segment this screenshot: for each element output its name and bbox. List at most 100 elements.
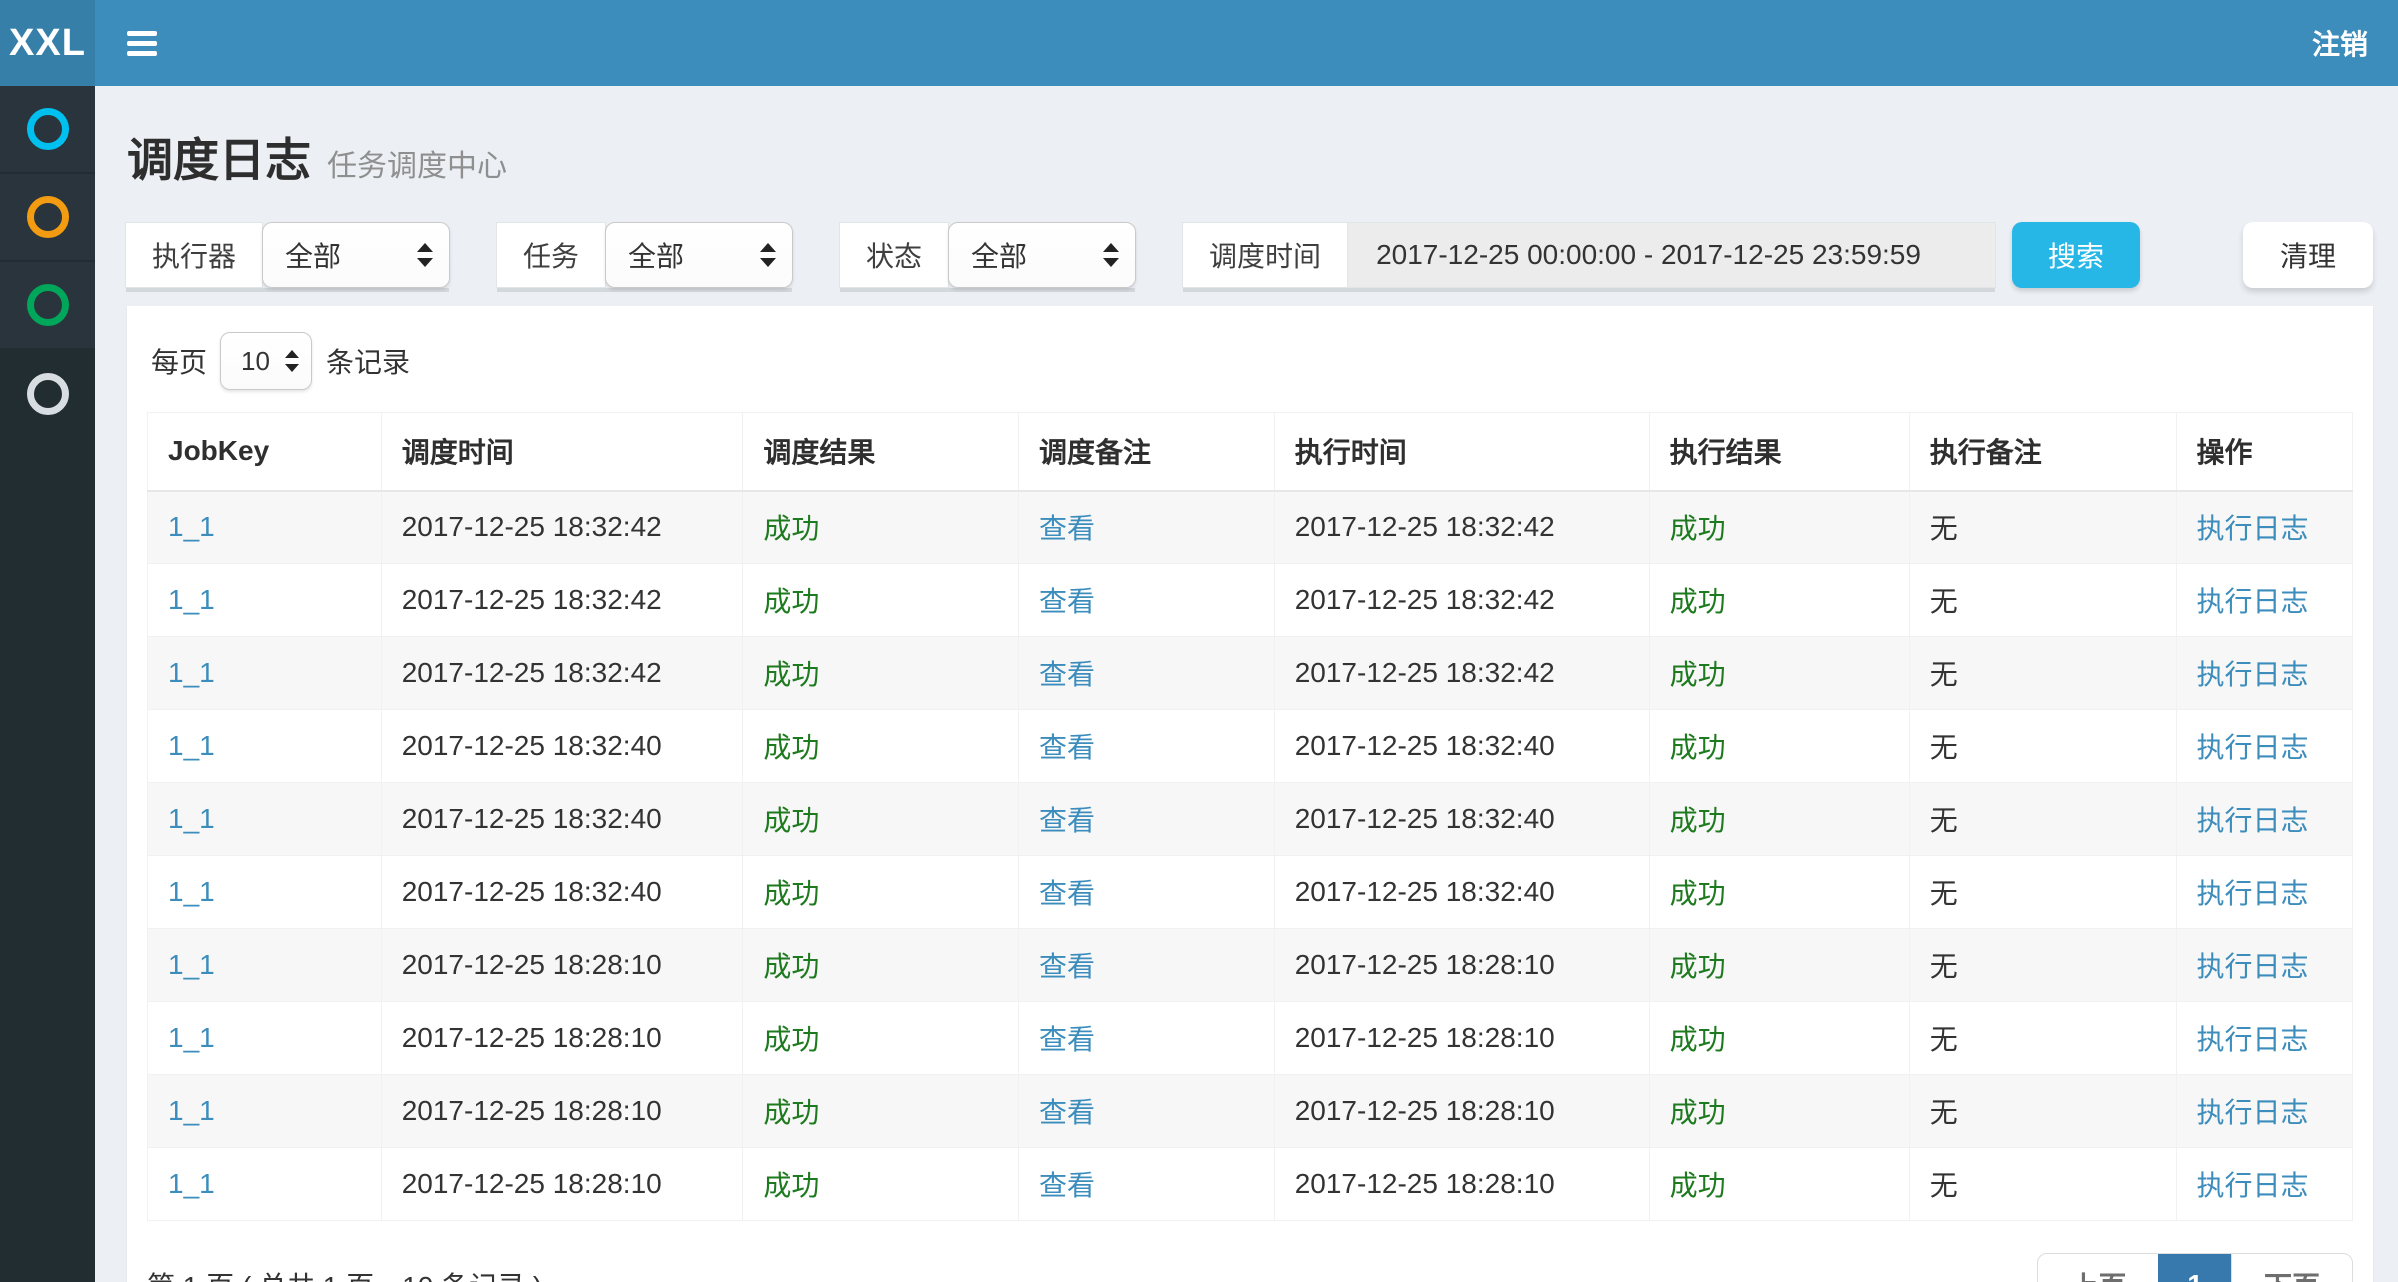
trigger-msg-link[interactable]: 查看	[1039, 659, 1095, 690]
execution-log-link[interactable]: 执行日志	[2197, 1097, 2309, 1128]
trigger-msg-link[interactable]: 查看	[1039, 805, 1095, 836]
trigger-msg-link[interactable]: 查看	[1039, 878, 1095, 909]
trigger-result-cell: 成功	[743, 1075, 1019, 1148]
trigger-result-cell: 成功	[743, 1148, 1019, 1221]
execution-log-link[interactable]: 执行日志	[2197, 586, 2309, 617]
table-header-row: JobKey调度时间调度结果调度备注执行时间执行结果执行备注操作	[148, 413, 2353, 491]
search-button[interactable]: 搜索	[2012, 222, 2140, 288]
handle-result-cell: 成功	[1649, 1075, 1909, 1148]
main-area: 调度日志 任务调度中心 执行器 全部 任务 全部	[0, 86, 2398, 1282]
execution-log-link-cell: 执行日志	[2176, 783, 2352, 856]
trigger-time-cell: 2017-12-25 18:32:42	[381, 637, 743, 710]
trigger-msg-link-cell: 查看	[1018, 1075, 1274, 1148]
page-subtitle: 任务调度中心	[327, 141, 507, 185]
sidebar-toggle-button[interactable]	[123, 25, 161, 62]
navbar-body: 注销	[95, 0, 2398, 86]
trigger-time-cell: 2017-12-25 18:32:40	[381, 856, 743, 929]
page-size-select[interactable]: 10	[220, 332, 312, 390]
execution-log-link[interactable]: 执行日志	[2197, 878, 2309, 909]
current-page-button[interactable]: 1	[2158, 1254, 2231, 1282]
execution-log-link[interactable]: 执行日志	[2197, 805, 2309, 836]
column-header: 执行时间	[1274, 413, 1649, 491]
page-size-row: 每页 10 条记录	[151, 332, 2353, 390]
sidebar-item-2[interactable]	[0, 174, 95, 262]
handle-time-cell: 2017-12-25 18:32:40	[1274, 856, 1649, 929]
execution-log-link[interactable]: 执行日志	[2197, 951, 2309, 982]
jobkey-link[interactable]: 1_1	[168, 1022, 215, 1053]
jobkey-link[interactable]: 1_1	[168, 876, 215, 907]
execution-log-link[interactable]: 执行日志	[2197, 1170, 2309, 1201]
column-header: 执行备注	[1909, 413, 2176, 491]
page-header: 调度日志 任务调度中心	[127, 124, 2373, 190]
trigger-msg-link[interactable]: 查看	[1039, 1024, 1095, 1055]
execution-log-link[interactable]: 执行日志	[2197, 513, 2309, 544]
logout-link[interactable]: 注销	[2312, 23, 2368, 63]
trigger-msg-link[interactable]: 查看	[1039, 513, 1095, 544]
handle-time-cell: 2017-12-25 18:32:40	[1274, 783, 1649, 856]
handle-time-cell: 2017-12-25 18:32:42	[1274, 491, 1649, 564]
trigger-result-cell: 成功	[743, 564, 1019, 637]
executor-filter-group: 执行器 全部	[125, 222, 450, 288]
jobkey-link-cell: 1_1	[148, 929, 382, 1002]
jobkey-link[interactable]: 1_1	[168, 657, 215, 688]
table-row: 1_12017-12-25 18:32:40成功查看2017-12-25 18:…	[148, 710, 2353, 783]
hamburger-icon	[127, 51, 157, 56]
app-logo[interactable]: XXL	[0, 0, 95, 86]
circle-icon	[27, 108, 69, 150]
trigger-result-cell: 成功	[743, 783, 1019, 856]
job-select[interactable]: 全部	[605, 222, 793, 288]
handle-time-cell: 2017-12-25 18:28:10	[1274, 929, 1649, 1002]
prev-page-button[interactable]: 上页	[2038, 1254, 2158, 1282]
executor-select[interactable]: 全部	[262, 222, 450, 288]
jobkey-link[interactable]: 1_1	[168, 1168, 215, 1199]
executor-select-value: 全部	[285, 235, 341, 275]
trigger-msg-link-cell: 查看	[1018, 637, 1274, 710]
sidebar-item-4[interactable]	[0, 350, 95, 438]
jobkey-link-cell: 1_1	[148, 564, 382, 637]
table-row: 1_12017-12-25 18:28:10成功查看2017-12-25 18:…	[148, 1002, 2353, 1075]
job-filter-label: 任务	[496, 222, 606, 288]
handle-msg-cell: 无	[1909, 564, 2176, 637]
jobkey-link[interactable]: 1_1	[168, 949, 215, 980]
column-header: 操作	[2176, 413, 2352, 491]
trigger-result-cell: 成功	[743, 1002, 1019, 1075]
sidebar-item-1[interactable]	[0, 86, 95, 174]
column-header: 执行结果	[1649, 413, 1909, 491]
jobkey-link[interactable]: 1_1	[168, 803, 215, 834]
trigger-msg-link[interactable]: 查看	[1039, 586, 1095, 617]
schedule-time-group: 调度时间	[1182, 222, 1996, 288]
clear-button[interactable]: 清理	[2243, 222, 2373, 288]
next-page-button[interactable]: 下页	[2231, 1254, 2352, 1282]
schedule-time-input[interactable]	[1348, 222, 1996, 288]
trigger-msg-link-cell: 查看	[1018, 856, 1274, 929]
sidebar-item-3[interactable]	[0, 262, 95, 350]
jobkey-link-cell: 1_1	[148, 637, 382, 710]
jobkey-link[interactable]: 1_1	[168, 511, 215, 542]
jobkey-link[interactable]: 1_1	[168, 730, 215, 761]
execution-log-link-cell: 执行日志	[2176, 637, 2352, 710]
execution-log-link[interactable]: 执行日志	[2197, 659, 2309, 690]
page-size-value: 10	[241, 346, 270, 377]
status-select[interactable]: 全部	[948, 222, 1136, 288]
circle-icon	[27, 284, 69, 326]
handle-result-cell: 成功	[1649, 1148, 1909, 1221]
trigger-msg-link[interactable]: 查看	[1039, 951, 1095, 982]
log-table: JobKey调度时间调度结果调度备注执行时间执行结果执行备注操作 1_12017…	[147, 412, 2353, 1221]
trigger-time-cell: 2017-12-25 18:28:10	[381, 929, 743, 1002]
trigger-msg-link[interactable]: 查看	[1039, 732, 1095, 763]
select-arrows-icon	[760, 243, 776, 267]
execution-log-link[interactable]: 执行日志	[2197, 732, 2309, 763]
trigger-result-cell: 成功	[743, 710, 1019, 783]
handle-result-cell: 成功	[1649, 710, 1909, 783]
jobkey-link[interactable]: 1_1	[168, 1095, 215, 1126]
trigger-msg-link[interactable]: 查看	[1039, 1097, 1095, 1128]
execution-log-link[interactable]: 执行日志	[2197, 1024, 2309, 1055]
page-size-prefix: 每页	[151, 341, 207, 381]
hamburger-icon	[127, 31, 157, 36]
handle-msg-cell: 无	[1909, 637, 2176, 710]
sidebar-menu	[0, 86, 95, 1282]
trigger-msg-link[interactable]: 查看	[1039, 1170, 1095, 1201]
handle-msg-cell: 无	[1909, 929, 2176, 1002]
jobkey-link[interactable]: 1_1	[168, 584, 215, 615]
executor-filter-label: 执行器	[125, 222, 263, 288]
